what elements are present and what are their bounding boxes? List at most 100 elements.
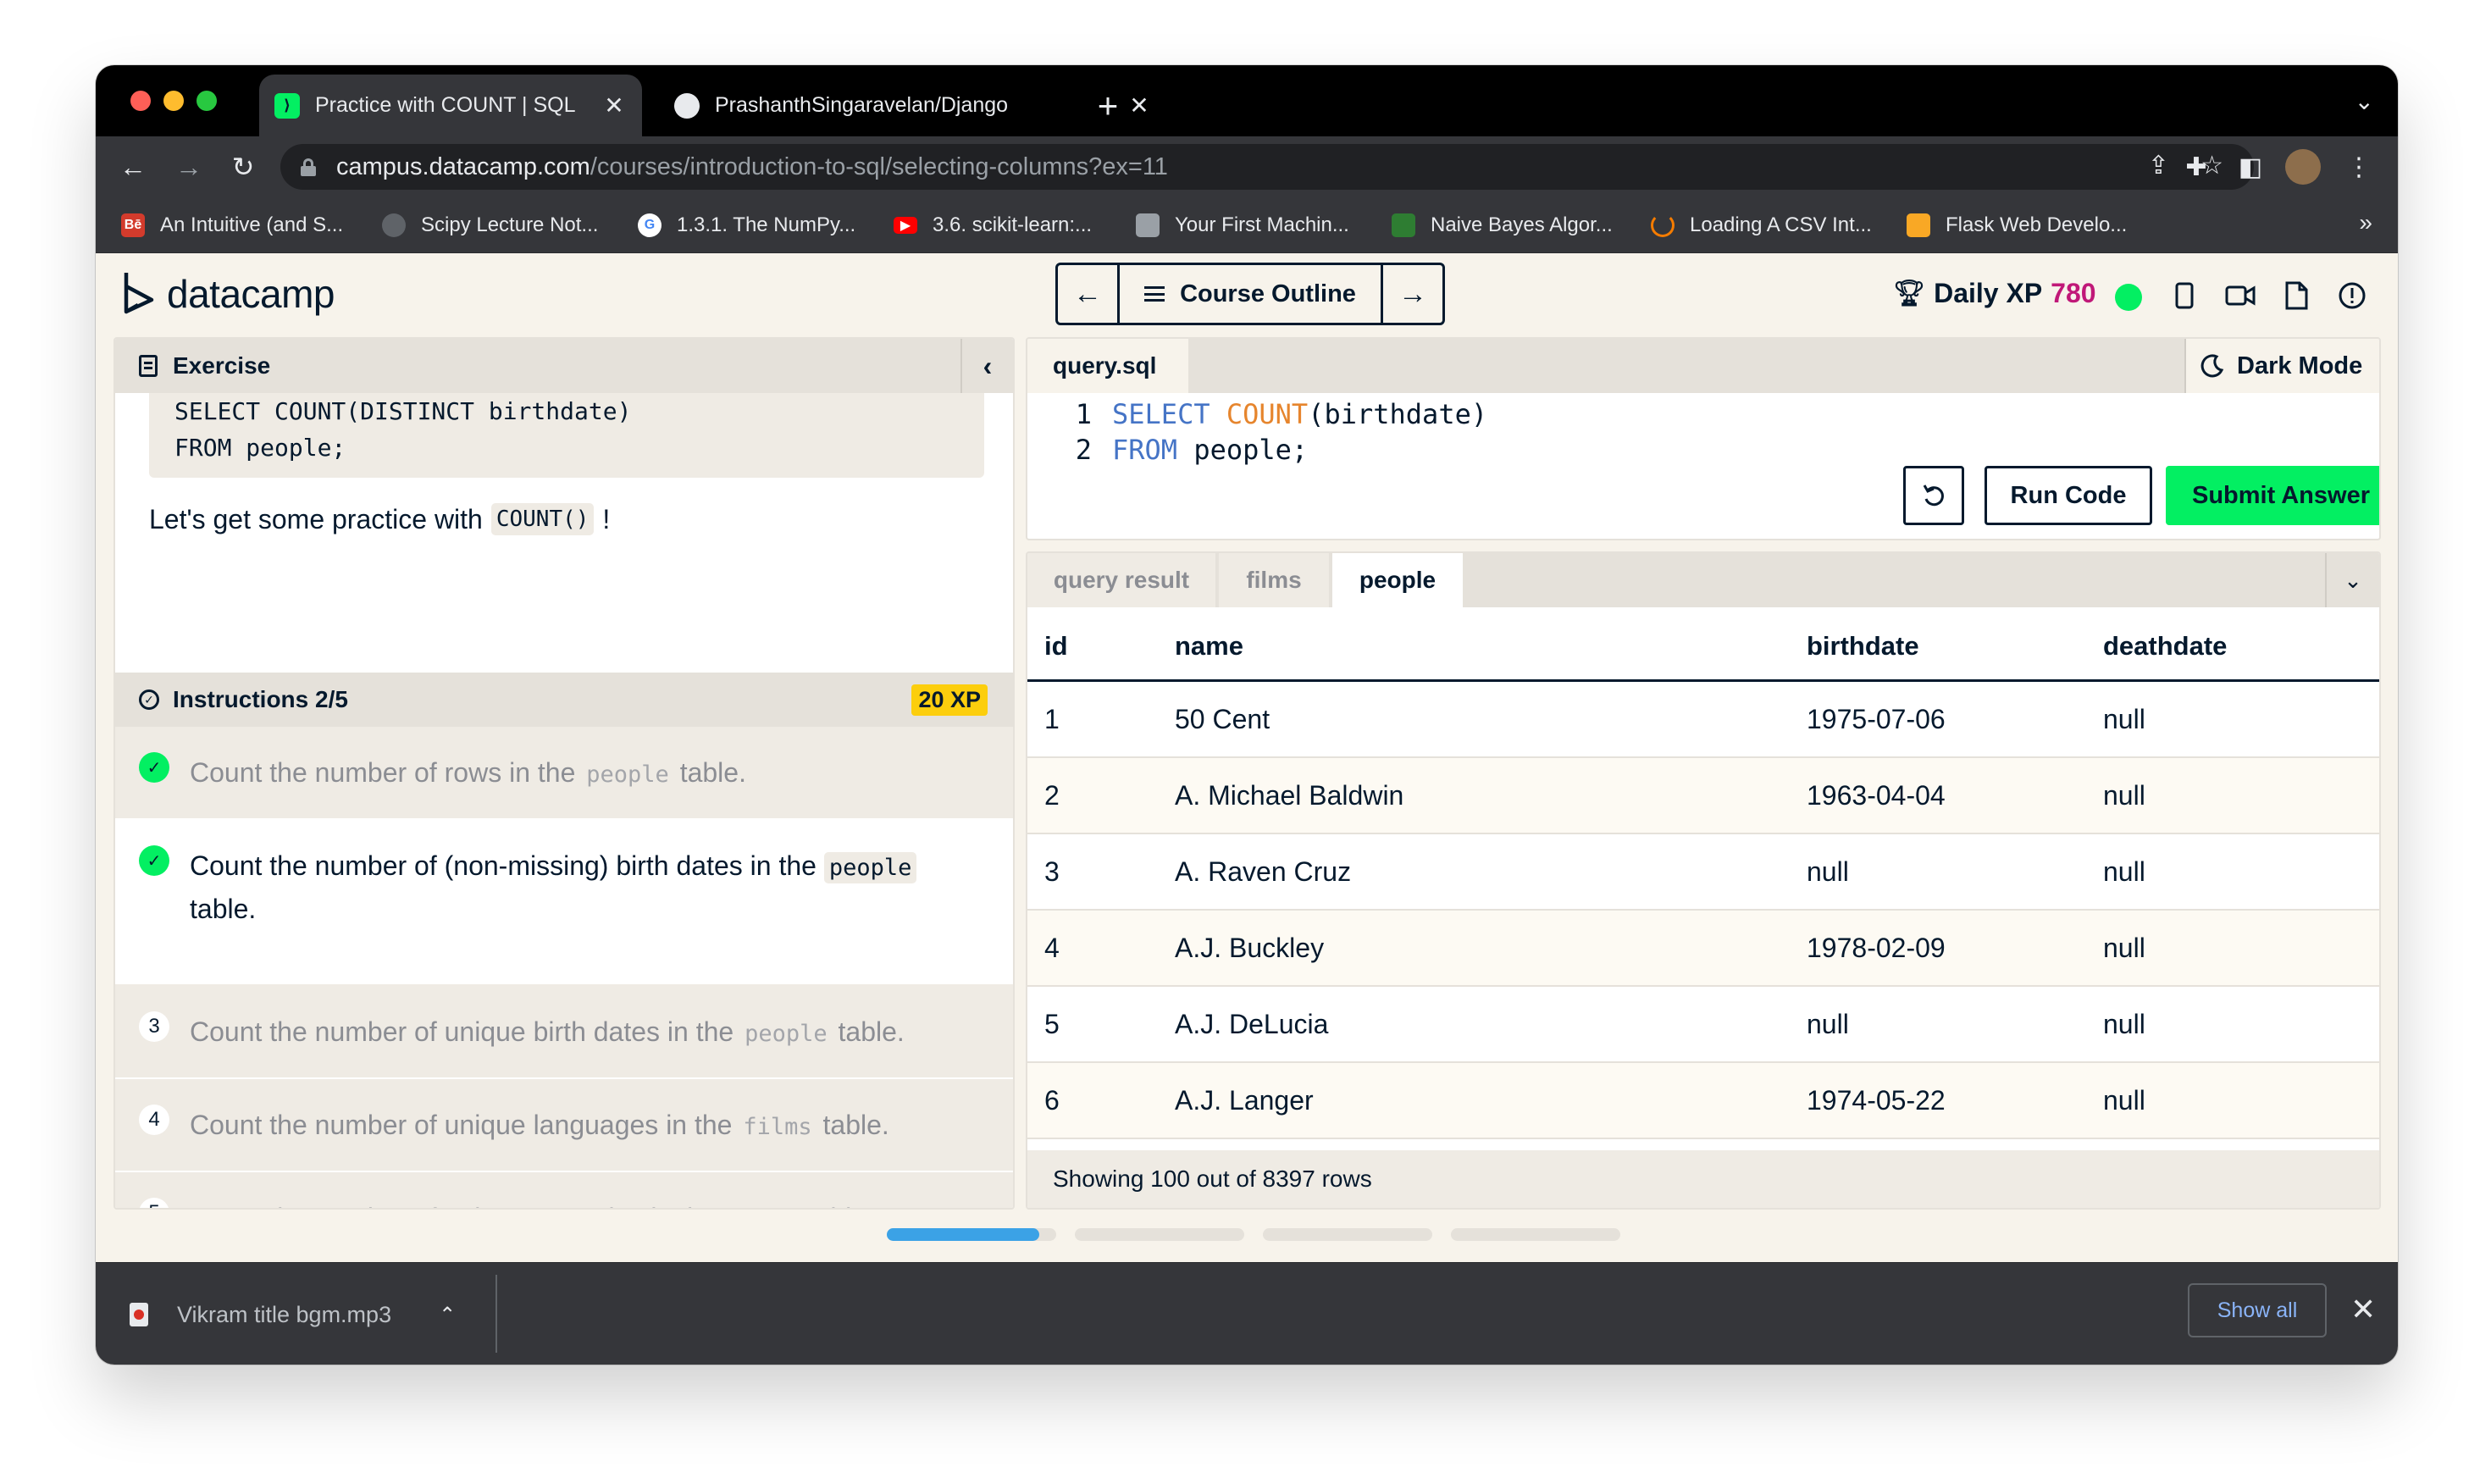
- course-outline-button[interactable]: Course Outline: [1117, 265, 1383, 323]
- column-header[interactable]: birthdate: [1807, 631, 1919, 662]
- bookmark-item[interactable]: Scipy Lecture Not...: [382, 210, 598, 241]
- chevron-up-icon[interactable]: ⌃: [439, 1303, 456, 1327]
- instruction-text: Count the number of (non-missing) birth …: [190, 845, 986, 929]
- table-row: 1 50 Cent 1975-07-06 null: [1027, 682, 2379, 758]
- close-tab-icon[interactable]: ✕: [601, 91, 627, 119]
- divider: [495, 1275, 497, 1353]
- progress-fill: [887, 1228, 1039, 1241]
- exercise-panel-header: Exercise ‹: [115, 339, 1013, 393]
- more-bookmarks-button[interactable]: »: [2359, 209, 2372, 236]
- column-header[interactable]: name: [1175, 631, 1243, 662]
- maximize-window-button[interactable]: [197, 91, 217, 111]
- audio-file-icon: [130, 1303, 148, 1326]
- table-cell: null: [1807, 856, 1849, 887]
- show-all-downloads-button[interactable]: Show all: [2188, 1283, 2327, 1337]
- instruction-step-4[interactable]: 4 Count the number of unique languages i…: [115, 1079, 1013, 1172]
- dark-mode-toggle[interactable]: Dark Mode: [2184, 339, 2379, 393]
- collapse-panel-button[interactable]: ‹: [960, 339, 1013, 393]
- progress-segment-4: [1451, 1228, 1620, 1241]
- instruction-step-3[interactable]: 3 Count the number of unique birth dates…: [115, 984, 1013, 1079]
- step-number: 3: [139, 1011, 169, 1042]
- previous-exercise-button[interactable]: ←: [1058, 265, 1117, 323]
- browser-tab-datacamp[interactable]: ⟩ Practice with COUNT | SQL ✕: [259, 75, 642, 136]
- back-button[interactable]: ←: [114, 148, 152, 186]
- reset-icon: [1923, 485, 1944, 507]
- table-cell: null: [2103, 856, 2145, 887]
- moon-icon: [2200, 354, 2224, 378]
- side-panel-icon[interactable]: ◧: [2232, 148, 2269, 186]
- dark-mode-label: Dark Mode: [2237, 352, 2363, 379]
- behance-icon: Bē: [121, 213, 145, 237]
- table-cell: 50 Cent: [1175, 704, 1270, 734]
- tab-search-chevron-icon[interactable]: ⌄: [2355, 87, 2374, 115]
- mobile-icon[interactable]: [2167, 279, 2201, 313]
- check-icon: ✓: [139, 845, 169, 876]
- daily-xp[interactable]: 🏆︎ Daily XP 780: [1893, 274, 2096, 313]
- editor-tab-bar: query.sql Dark Mode: [1027, 339, 2379, 393]
- browser-menu-icon[interactable]: ⋮: [2340, 148, 2378, 186]
- bookmark-item[interactable]: Flask Web Develo...: [1907, 210, 2127, 241]
- new-tab-button[interactable]: +: [1082, 80, 1133, 131]
- download-item[interactable]: Vikram title bgm.mp3 ⌃: [130, 1290, 456, 1339]
- extensions-puzzle-icon[interactable]: ✚: [2178, 148, 2215, 186]
- line-number: 1: [1075, 398, 1092, 430]
- instruction-step-2[interactable]: ✓ Count the number of (non-missing) birt…: [115, 820, 1013, 984]
- progress-segment-2: [1075, 1228, 1244, 1241]
- sql-keyword: SELECT: [1112, 398, 1210, 430]
- code-line[interactable]: 2 FROM people;: [1027, 432, 2366, 468]
- bookmark-item[interactable]: Your First Machin...: [1136, 210, 1349, 241]
- tab-query-result[interactable]: query result: [1027, 553, 1215, 607]
- bookmark-item[interactable]: Loading A CSV Int...: [1651, 210, 1872, 241]
- share-icon[interactable]: ⇪: [2148, 151, 2169, 180]
- table-cell: A. Raven Cruz: [1175, 856, 1352, 887]
- next-exercise-button[interactable]: →: [1383, 265, 1442, 323]
- reset-code-button[interactable]: [1903, 466, 1964, 525]
- close-window-button[interactable]: [130, 91, 151, 111]
- check-icon: ✓: [139, 752, 169, 783]
- table-cell: 3: [1044, 856, 1060, 887]
- progress-segment-3: [1263, 1228, 1432, 1241]
- line-number: 2: [1075, 434, 1092, 466]
- browser-toolbar: ← → ↻ campus.datacamp.com/courses/introd…: [96, 136, 2398, 197]
- table-cell: null: [2103, 780, 2145, 811]
- close-icon[interactable]: ✕: [2350, 1292, 2376, 1327]
- file-tab-query-sql[interactable]: query.sql: [1027, 339, 1188, 393]
- tab-films[interactable]: films: [1219, 553, 1329, 607]
- table-cell: null: [2103, 1009, 2145, 1039]
- profile-avatar[interactable]: [2284, 148, 2322, 186]
- report-issue-icon[interactable]: [2335, 279, 2369, 313]
- submit-answer-button[interactable]: Submit Answer: [2166, 466, 2379, 525]
- instructions-header: ✓ Instructions 2/5 20 XP: [115, 673, 1013, 727]
- minimize-window-button[interactable]: [163, 91, 184, 111]
- address-bar[interactable]: campus.datacamp.com/courses/introduction…: [280, 144, 2254, 190]
- instruction-step-1[interactable]: ✓ Count the number of rows in the people…: [115, 727, 1013, 820]
- bookmark-item[interactable]: ▶ 3.6. scikit-learn:...: [894, 210, 1092, 241]
- instruction-step-5[interactable]: 5 Count the number of unique countries i…: [115, 1172, 1013, 1208]
- slides-icon[interactable]: [2279, 279, 2313, 313]
- table-cell: A.J. DeLucia: [1175, 1009, 1329, 1039]
- table-row: 5 A.J. DeLucia null null: [1027, 987, 2379, 1063]
- bookmark-item[interactable]: Bē An Intuitive (and S...: [121, 210, 343, 241]
- column-header[interactable]: deathdate: [2103, 631, 2227, 662]
- code-line[interactable]: 1 SELECT COUNT (birthdate): [1027, 396, 2366, 432]
- downloads-bar: Vikram title bgm.mp3 ⌃ Show all ✕: [96, 1262, 2398, 1365]
- reload-button[interactable]: ↻: [224, 148, 262, 186]
- video-icon[interactable]: [2223, 279, 2257, 313]
- code-area[interactable]: 1 SELECT COUNT (birthdate) 2 FROM people…: [1027, 396, 2366, 468]
- chevron-down-icon[interactable]: ⌄: [2325, 553, 2379, 607]
- bookmark-item[interactable]: Naive Bayes Algor...: [1392, 210, 1613, 241]
- forward-button[interactable]: →: [170, 148, 208, 186]
- run-code-button[interactable]: Run Code: [1985, 466, 2152, 525]
- xp-badge: 20 XP: [911, 684, 988, 716]
- instruction-text: Count the number of unique countries in …: [190, 1198, 874, 1208]
- datacamp-logo[interactable]: datacamp: [121, 269, 335, 319]
- datacamp-favicon-icon: ⟩: [274, 92, 300, 119]
- table-cell: null: [2103, 933, 2145, 963]
- table-header: id name birthdate deathdate: [1027, 607, 2379, 682]
- column-header[interactable]: id: [1044, 631, 1068, 662]
- app-header: datacamp ← Course Outline → 🏆︎ Daily XP …: [96, 253, 2398, 333]
- tab-people[interactable]: people: [1332, 553, 1463, 607]
- results-tab-bar: query result films people ⌄: [1027, 553, 2379, 607]
- bookmark-item[interactable]: G 1.3.1. The NumPy...: [638, 210, 855, 241]
- table-cell: 1963-04-04: [1807, 780, 1946, 811]
